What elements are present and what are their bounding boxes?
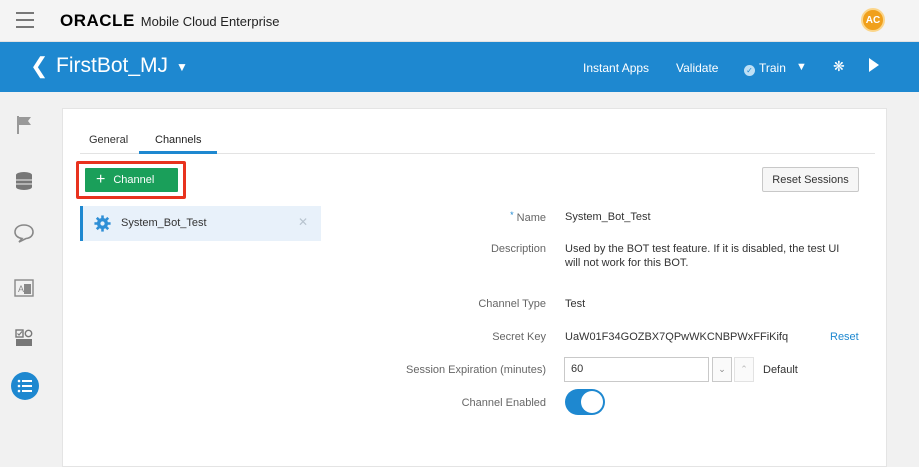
oracle-logo: ORACLE Mobile Cloud Enterprise [60, 11, 280, 31]
chat-bubble-icon[interactable] [11, 220, 37, 246]
bot-selector-caret-icon[interactable]: ▼ [176, 60, 188, 74]
description-label: Description [490, 243, 546, 255]
session-expiration-input[interactable]: 60 [564, 357, 709, 382]
svg-text:A: A [18, 284, 24, 294]
database-icon[interactable] [11, 168, 37, 194]
required-asterisk: * [510, 210, 514, 220]
bug-icon[interactable]: ❋ [833, 58, 845, 75]
secret-key-label: Secret Key [492, 331, 546, 343]
train-link[interactable]: ✓ Train [744, 61, 786, 76]
check-circle-icon: ✓ [744, 65, 755, 76]
tab-channels[interactable]: Channels [155, 134, 201, 146]
channel-type-label: Channel Type [478, 298, 546, 310]
name-label: * Name [510, 210, 546, 224]
user-avatar[interactable]: AC [861, 8, 885, 32]
back-chevron-icon[interactable]: ❮ [30, 55, 48, 77]
channel-enabled-toggle[interactable] [565, 389, 605, 415]
flag-icon[interactable] [11, 112, 37, 138]
reset-sessions-button[interactable]: Reset Sessions [762, 167, 859, 192]
channel-list-item[interactable]: System_Bot_Test ✕ [80, 206, 321, 241]
active-tab-indicator [139, 151, 217, 154]
translate-icon[interactable]: A [11, 275, 37, 301]
description-value-line1: Used by the BOT test feature. If it is d… [565, 243, 840, 255]
validate-link[interactable]: Validate [676, 61, 718, 75]
default-label: Default [763, 364, 798, 376]
train-label: Train [759, 61, 786, 75]
components-icon[interactable] [11, 325, 37, 351]
toggle-knob [581, 391, 603, 413]
secret-key-value: UaW01F34GOZBX7QPwWKCNBPWxFFiKifq [565, 331, 789, 343]
bot-header: ❮ FirstBot_MJ ▼ Instant Apps Validate ✓ T… [0, 42, 919, 92]
train-caret-icon[interactable]: ▼ [796, 61, 807, 73]
product-name: Mobile Cloud Enterprise [140, 14, 280, 29]
channels-list-icon[interactable] [11, 372, 39, 400]
name-value: System_Bot_Test [565, 211, 651, 223]
play-icon[interactable] [869, 58, 879, 72]
bot-title: FirstBot_MJ [56, 54, 169, 77]
brand-name: ORACLE [60, 11, 135, 30]
top-bar: ORACLE Mobile Cloud Enterprise AC [0, 0, 919, 42]
session-expiration-label: Session Expiration (minutes) [405, 364, 546, 376]
tab-general[interactable]: General [89, 134, 128, 146]
chevron-down-icon[interactable]: ⌄ [712, 357, 732, 382]
add-channel-label: Channel [113, 174, 155, 186]
hamburger-menu-icon[interactable] [16, 12, 34, 28]
gear-icon [94, 215, 111, 232]
reset-secret-key-link[interactable]: Reset [830, 331, 859, 343]
channel-enabled-label: Channel Enabled [461, 397, 546, 409]
channel-name: System_Bot_Test [121, 217, 207, 229]
left-nav-rail: A [0, 92, 48, 467]
chevron-up-icon[interactable]: ⌃ [734, 357, 754, 382]
plus-icon: + [96, 171, 106, 188]
channel-type-value: Test [565, 298, 586, 310]
description-value-line2: will not work for this BOT. [565, 257, 689, 269]
close-icon[interactable]: ✕ [298, 215, 308, 229]
instant-apps-link[interactable]: Instant Apps [583, 61, 649, 75]
add-channel-button[interactable]: + Channel [85, 168, 178, 192]
